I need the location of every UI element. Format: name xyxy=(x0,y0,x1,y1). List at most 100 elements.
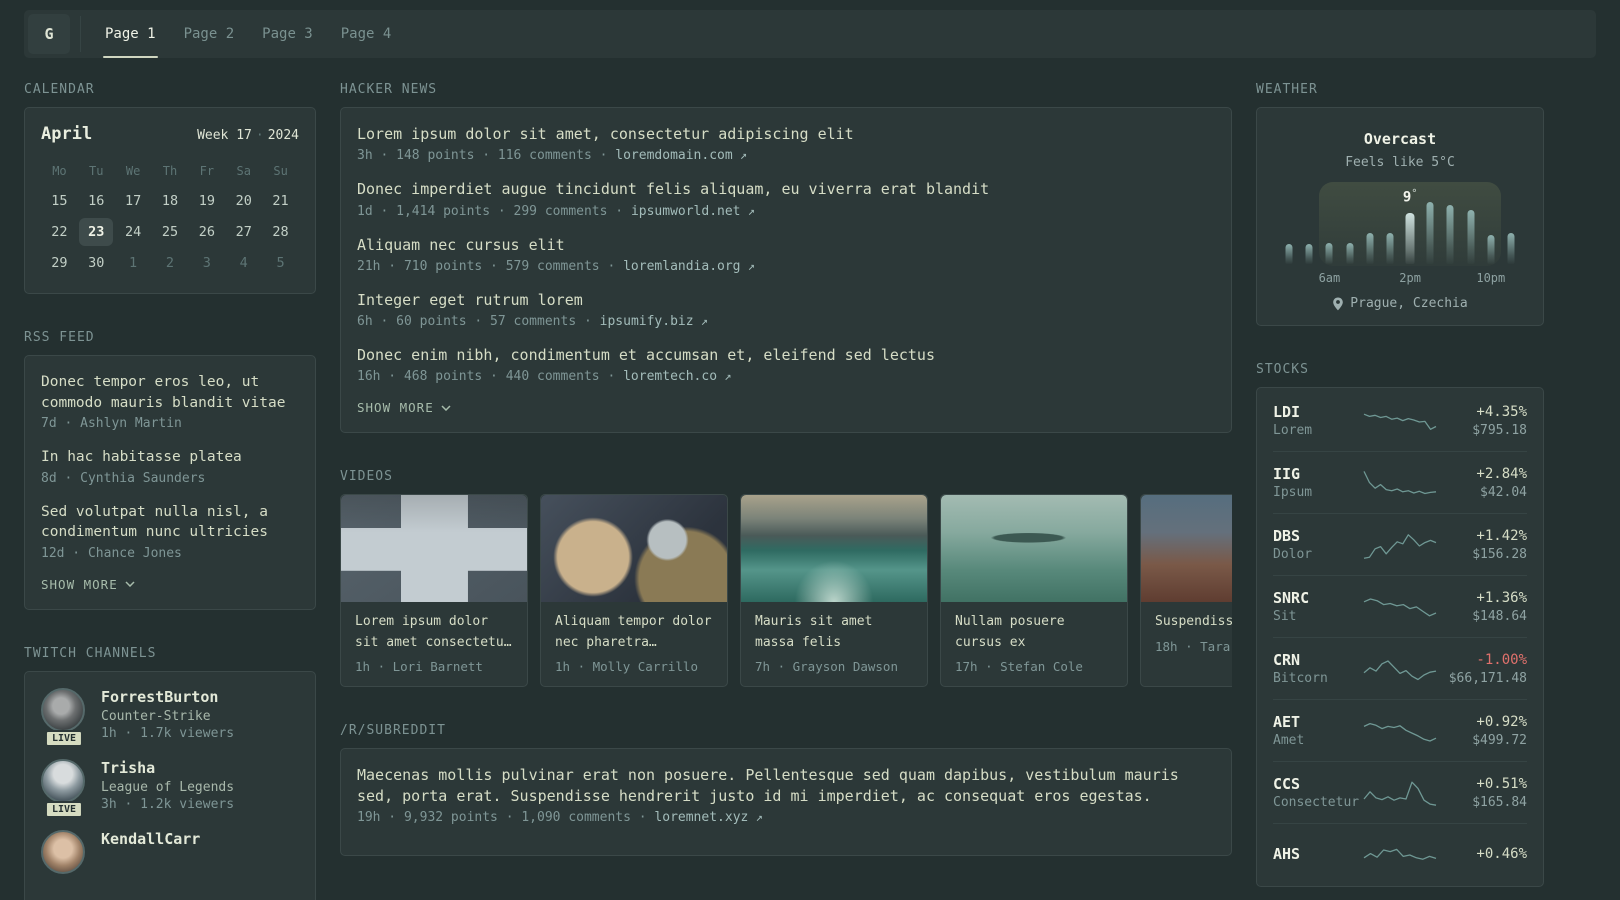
weather-bar-slot xyxy=(1279,196,1299,282)
camera-thumbnail[interactable] xyxy=(541,495,727,603)
hackernews-item-title[interactable]: Lorem ipsum dolor sit amet, consectetur … xyxy=(357,124,1215,145)
videos-row: Lorem ipsum dolor sit amet consectetu… 1h… xyxy=(340,494,1232,687)
stock-values: -1.00% $66,171.48 xyxy=(1438,652,1527,686)
calendar-day[interactable]: 21 xyxy=(264,187,298,215)
stock-row-ldi[interactable]: LDI Lorem +4.35% $795.18 xyxy=(1273,390,1527,451)
weather-condition: Overcast xyxy=(1363,130,1437,148)
hackernews-item-title[interactable]: Aliquam nec cursus elit xyxy=(357,235,1215,256)
calendar-day[interactable]: 17 xyxy=(116,187,150,215)
stock-row-snrc[interactable]: SNRC Sit +1.36% $148.64 xyxy=(1273,575,1527,637)
video-card[interactable]: Mauris sit amet massa felis 7h · Grayson … xyxy=(740,494,928,687)
item-domain-link[interactable]: loremlandia.org xyxy=(623,259,740,274)
calendar-day[interactable]: 18 xyxy=(153,187,187,215)
tab-page-1[interactable]: Page 1 xyxy=(91,10,170,58)
twitch-channel-name[interactable]: Trisha xyxy=(101,759,234,777)
rss-item: In hac habitasse platea 8d · Cynthia Saun… xyxy=(41,447,299,486)
calendar-day[interactable]: 22 xyxy=(42,218,76,246)
video-card[interactable]: Suspendisse diam 18h · Tara xyxy=(1140,494,1232,687)
tab-page-4[interactable]: Page 4 xyxy=(327,10,406,58)
hackernews-widget: HACKER NEWS Lorem ipsum dolor sit amet, … xyxy=(340,82,1232,434)
tab-page-2[interactable]: Page 2 xyxy=(170,10,249,58)
sea-thumbnail[interactable] xyxy=(741,495,927,603)
stocks-card: LDI Lorem +4.35% $795.18 IIG Ipsum +2.84% $42.0… xyxy=(1256,387,1544,887)
calendar-day-selected[interactable]: 23 xyxy=(79,218,114,246)
twitch-channel-row[interactable]: KendallCarr xyxy=(41,829,299,874)
top-nav: G Page 1 Page 2 Page 3 Page 4 xyxy=(24,10,1596,58)
subreddit-post-title[interactable]: Maecenas mollis pulvinar erat non posuer… xyxy=(357,765,1215,808)
stock-row-ccs[interactable]: CCS Consectetur +0.51% $165.84 xyxy=(1273,761,1527,823)
chevron-down-icon xyxy=(125,581,135,588)
middle-column: HACKER NEWS Lorem ipsum dolor sit amet, … xyxy=(340,82,1232,892)
calendar-day[interactable]: 26 xyxy=(190,218,224,246)
item-domain-link[interactable]: ipsumworld.net xyxy=(631,204,741,219)
video-title[interactable]: Nullam posuere cursus ex xyxy=(955,612,1113,652)
calendar-day[interactable]: 1 xyxy=(116,249,150,277)
stock-row-aet[interactable]: AET Amet +0.92% $499.72 xyxy=(1273,699,1527,761)
calendar-day[interactable]: 4 xyxy=(227,249,261,277)
item-domain-link[interactable]: loremtech.co xyxy=(623,369,717,384)
video-title[interactable]: Suspendisse diam xyxy=(1155,612,1232,632)
video-meta: 18h · Tara xyxy=(1155,638,1231,654)
video-title[interactable]: Aliquam tempor dolor nec pharetra… xyxy=(555,612,713,652)
show-more-button[interactable]: SHOW MORE xyxy=(41,577,135,592)
rss-item-title[interactable]: Donec tempor eros leo, ut commodo mauris… xyxy=(41,372,299,413)
video-card[interactable]: Aliquam tempor dolor nec pharetra… 1h · M… xyxy=(540,494,728,687)
twitch-channel-row[interactable]: LIVE ForrestBurton Counter-Strike 1h · 1.7k… xyxy=(41,687,299,747)
hackernews-item: Lorem ipsum dolor sit amet, consectetur … xyxy=(357,124,1215,163)
stock-name: Lorem xyxy=(1273,423,1313,438)
twitch-channel-name[interactable]: KendallCarr xyxy=(101,830,200,848)
app-logo[interactable]: G xyxy=(28,14,70,54)
video-card-body: Mauris sit amet massa felis 7h · Grayson … xyxy=(741,602,927,685)
weather-bar xyxy=(1446,205,1454,264)
fog-thumbnail[interactable] xyxy=(1141,495,1232,603)
weather-card: Overcast Feels like 5°C 6am 9° 2pm 10pm Pra… xyxy=(1256,107,1544,326)
twitch-channel-game: League of Legends xyxy=(101,779,235,795)
hackernews-item-title[interactable]: Donec enim nibh, condimentum et accumsan… xyxy=(357,345,1215,366)
stock-symbol: CRN xyxy=(1273,651,1301,669)
calendar-day[interactable]: 28 xyxy=(264,218,298,246)
tab-page-3[interactable]: Page 3 xyxy=(248,10,327,58)
calendar-day[interactable]: 30 xyxy=(79,249,113,277)
canoe-thumbnail[interactable] xyxy=(941,495,1127,603)
calendar-day[interactable]: 2 xyxy=(153,249,187,277)
hackernews-item-title[interactable]: Donec imperdiet augue tincidunt felis al… xyxy=(357,179,1215,200)
item-domain-link[interactable]: ipsumify.biz xyxy=(600,314,694,329)
weather-bar xyxy=(1366,233,1374,264)
calendar-day[interactable]: 16 xyxy=(79,187,113,215)
rss-item-title[interactable]: Sed volutpat nulla nisl, a condimentum n… xyxy=(41,502,299,543)
calendar-day[interactable]: 25 xyxy=(153,218,187,246)
stock-identity: IIG Ipsum xyxy=(1273,465,1362,500)
rss-item-title[interactable]: In hac habitasse platea xyxy=(41,447,299,468)
twitch-channel-name[interactable]: ForrestBurton xyxy=(101,688,234,706)
hackernews-item-title[interactable]: Integer eget rutrum lorem xyxy=(357,290,1215,311)
stock-row-iig[interactable]: IIG Ipsum +2.84% $42.04 xyxy=(1273,451,1527,513)
calendar-day[interactable]: 5 xyxy=(264,249,298,277)
item-domain-link[interactable]: loremdomain.com xyxy=(615,148,732,163)
stock-row-ahs[interactable]: AHS +0.46% xyxy=(1273,823,1527,884)
video-card[interactable]: Nullam posuere cursus ex 17h · Stefan Col… xyxy=(940,494,1128,687)
avatar-kendall[interactable] xyxy=(41,829,85,874)
calendar-day[interactable]: 27 xyxy=(227,218,261,246)
calendar-day[interactable]: 24 xyxy=(116,218,150,246)
calendar-card: April Week 17 · 2024 Mo Tu We Th Fr Sa Su 15 16 17 1… xyxy=(24,107,316,294)
video-card[interactable]: Lorem ipsum dolor sit amet consectetu… 1h… xyxy=(340,494,528,687)
calendar-day[interactable]: 29 xyxy=(42,249,76,277)
stock-row-dbs[interactable]: DBS Dolor +1.42% $156.28 xyxy=(1273,513,1527,575)
show-more-button[interactable]: SHOW MORE xyxy=(357,400,451,415)
stock-symbol: CCS xyxy=(1273,775,1301,793)
avatar-forrest[interactable] xyxy=(41,687,85,732)
calendar-day[interactable]: 20 xyxy=(227,187,261,215)
avatar-trisha[interactable] xyxy=(41,758,85,803)
stock-row-crn[interactable]: CRN Bitcorn -1.00% $66,171.48 xyxy=(1273,637,1527,699)
calendar-day[interactable]: 15 xyxy=(42,187,76,215)
calendar-day[interactable]: 3 xyxy=(190,249,224,277)
weather-bar xyxy=(1325,242,1333,264)
video-title[interactable]: Lorem ipsum dolor sit amet consectetu… xyxy=(355,612,513,652)
weather-hourly-chart: 6am 9° 2pm 10pm xyxy=(1279,182,1521,285)
weather-feels-like: Feels like 5°C xyxy=(1345,155,1455,170)
item-domain-link[interactable]: loremnet.xyz xyxy=(654,810,748,825)
twitch-channel-row[interactable]: LIVE Trisha League of Legends 3h · 1.2k vie… xyxy=(41,758,299,818)
calendar-day[interactable]: 19 xyxy=(190,187,224,215)
towers-thumbnail[interactable] xyxy=(341,495,527,603)
video-title[interactable]: Mauris sit amet massa felis xyxy=(755,612,913,652)
